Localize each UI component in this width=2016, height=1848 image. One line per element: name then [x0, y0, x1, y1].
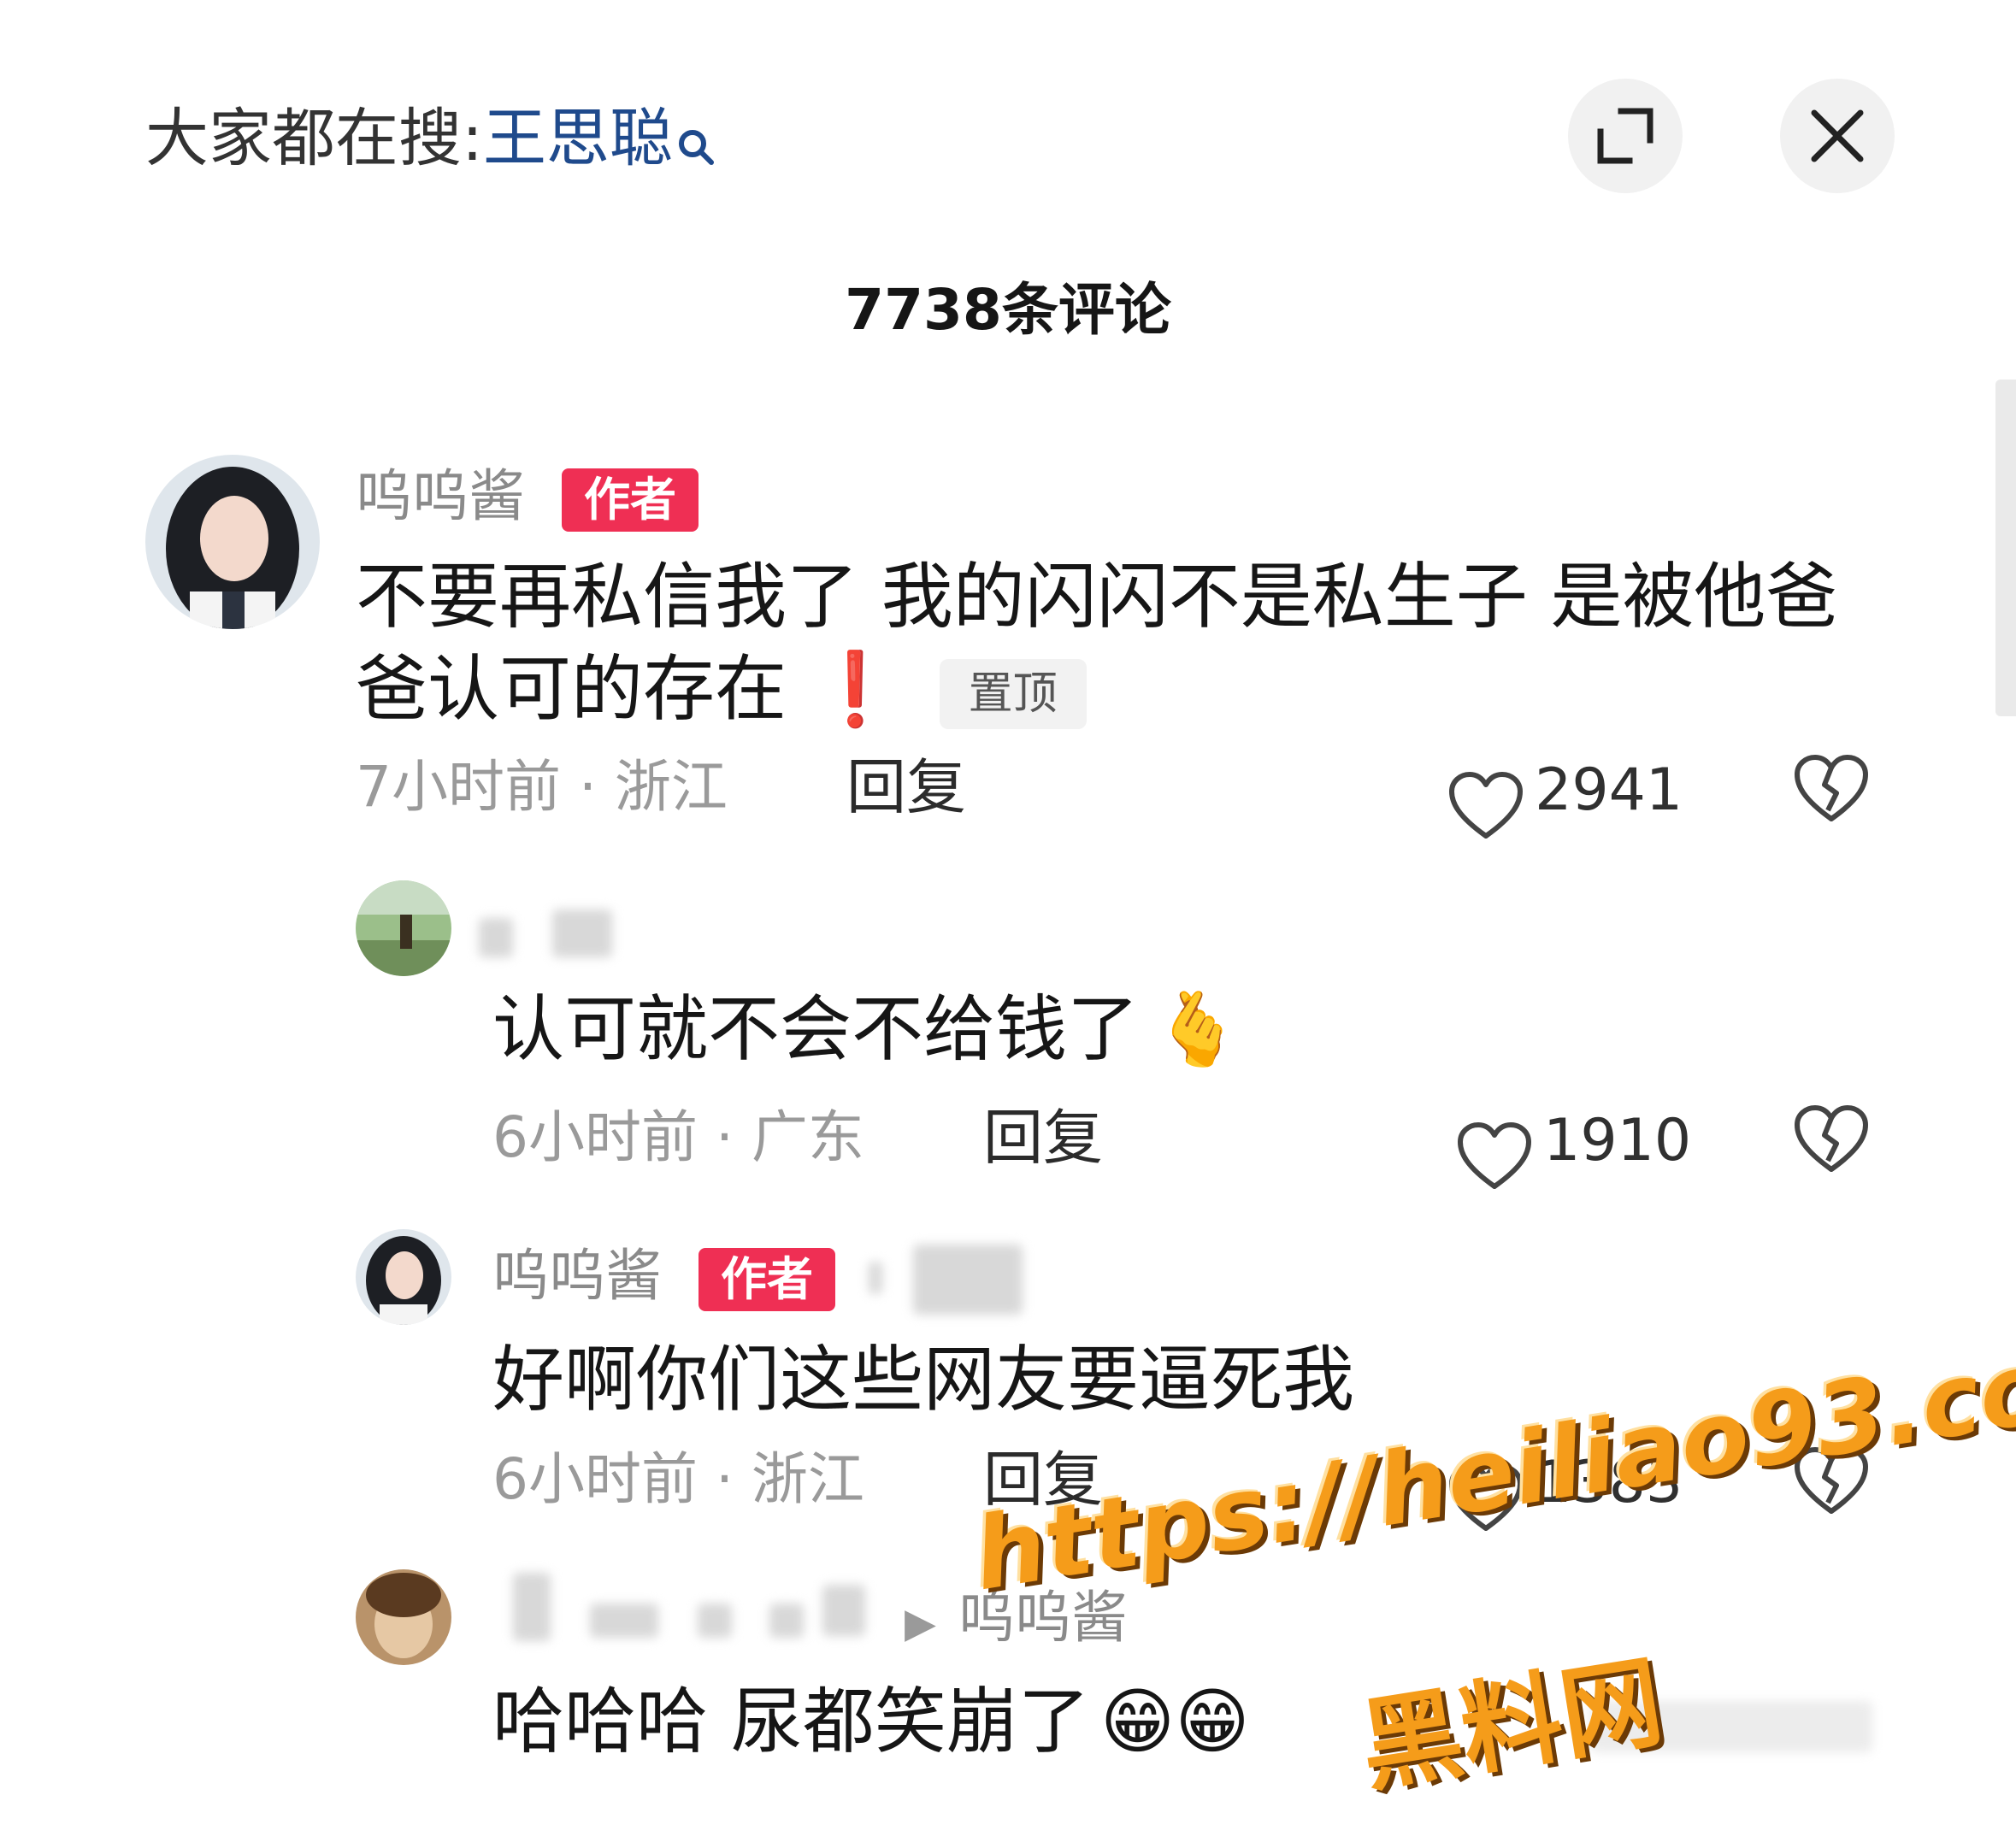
comment-meta: 6小时前 · 浙江 [492, 1446, 864, 1512]
dislike-button[interactable] [1794, 754, 1869, 827]
dislike-button[interactable] [1794, 1104, 1869, 1178]
comment-body: 哈哈哈 尿都笑崩了 [492, 1680, 1090, 1763]
comment-text: 好啊你们这些网友要逼死我 [492, 1338, 1355, 1421]
expand-button[interactable] [1568, 79, 1683, 193]
search-hint-prefix: 大家都在搜: [145, 102, 483, 175]
username-text[interactable]: 呜呜酱 [356, 463, 525, 529]
trending-search-hint[interactable]: 大家都在搜:王思聪 [145, 96, 716, 188]
comment-body: 不要再私信我了 我的闪闪不是私生子 是被他爸爸认可的存在 [356, 555, 1838, 731]
heart-icon [1449, 771, 1523, 839]
comment-username[interactable]: 呜呜酱 作者 [492, 1238, 835, 1315]
reply-button[interactable]: 回复 [983, 1099, 1103, 1176]
redacted-text [590, 1604, 658, 1638]
exclamation-icon: ❗ [811, 647, 900, 731]
watermark-name: 黑料网 [1353, 1642, 1671, 1806]
redacted-text [913, 1245, 1023, 1315]
redacted-text [769, 1604, 804, 1638]
redacted-text [513, 1573, 551, 1641]
close-button[interactable] [1780, 79, 1895, 193]
comment-text: 不要再私信我了 我的闪闪不是私生子 是被他爸爸认可的存在 ❗ 置顶 [356, 550, 1877, 735]
avatar[interactable] [356, 1569, 451, 1665]
like-count: 2941 [1535, 756, 1683, 824]
expand-icon [1597, 108, 1653, 164]
scrollbar[interactable] [1995, 380, 2016, 716]
avatar[interactable] [145, 455, 320, 629]
redacted-text [822, 1585, 865, 1636]
author-badge: 作者 [561, 468, 699, 532]
close-icon [1811, 109, 1864, 162]
comment-text: 认可就不会不给钱了 🫰 [492, 983, 1242, 1075]
avatar[interactable] [356, 880, 451, 976]
comment-count-title: 7738条评论 [845, 277, 1171, 343]
reply-button[interactable]: 回复 [846, 749, 966, 826]
redacted-text [698, 1604, 732, 1638]
comment-meta: 7小时前 · 浙江 [356, 754, 728, 820]
author-badge: 作者 [698, 1248, 835, 1311]
comment-text: 哈哈哈 尿都笑崩了 😁😁 [492, 1675, 1250, 1768]
comment-username[interactable]: 呜呜酱 作者 [356, 458, 699, 535]
comment-body: 认可就不会不给钱了 [492, 987, 1140, 1071]
laughing-emoji: 😁😁 [1099, 1680, 1250, 1763]
redacted-text [869, 1262, 882, 1294]
like-count: 1910 [1543, 1107, 1692, 1174]
username-text[interactable]: 呜呜酱 [492, 1243, 662, 1309]
comment-meta: 6小时前 · 广东 [492, 1104, 864, 1170]
avatar[interactable] [356, 1229, 451, 1325]
like-button[interactable]: 1910 [1457, 1103, 1691, 1192]
search-hint-term[interactable]: 王思聪 [483, 102, 673, 175]
broken-heart-icon [1795, 1105, 1868, 1172]
heart-icon [1458, 1121, 1531, 1189]
broken-heart-icon [1795, 755, 1868, 821]
pinned-tag: 置顶 [939, 659, 1087, 730]
like-button[interactable]: 2941 [1448, 752, 1683, 841]
finger-heart-emoji: 🫰 [1152, 987, 1242, 1071]
search-icon[interactable] [676, 103, 716, 188]
reply-arrow-icon: ▶ [905, 1599, 936, 1647]
